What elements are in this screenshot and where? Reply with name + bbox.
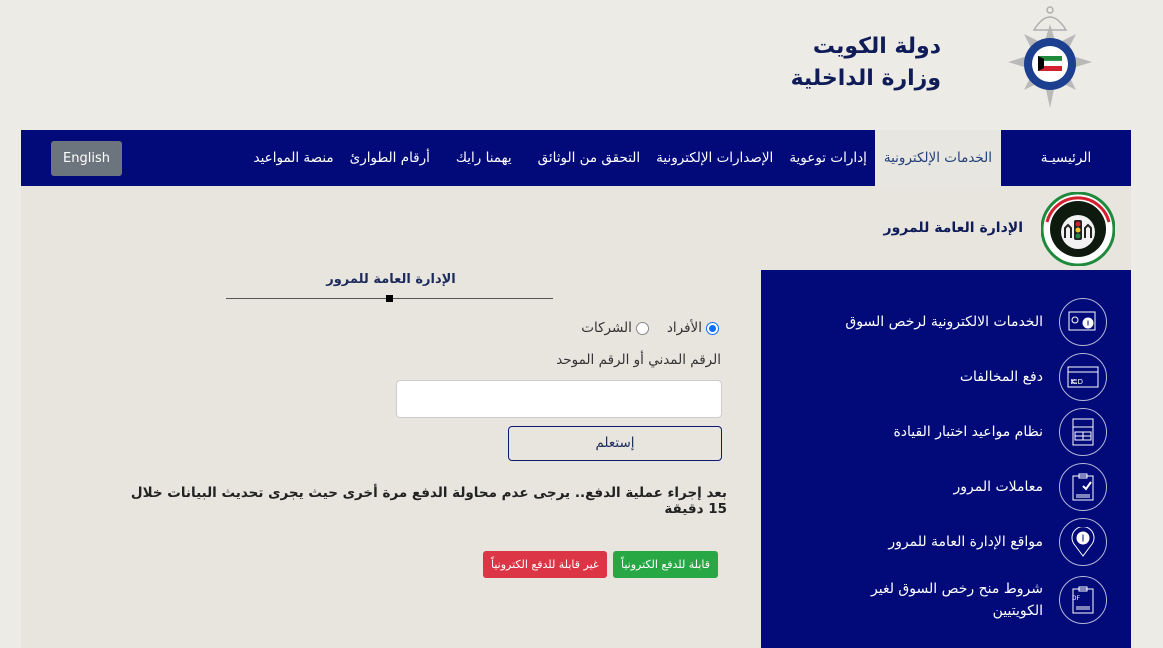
sidebar-item-label: دفع المخالفات	[959, 369, 1043, 385]
nav-item-document-verification[interactable]: التحقق من الوثائق	[520, 130, 649, 186]
pdf-document-icon: PDF	[1059, 576, 1107, 624]
department-header: الإدارة العامة للمرور	[761, 186, 1131, 270]
page: دولة الكويت وزارة الداخلية الرئيسيـة الخ…	[0, 0, 1163, 648]
applicant-type-radios: الأفراد الشركات	[563, 320, 719, 336]
nav-items: الرئيسيـة الخدمات الإلكترونية إدارات توع…	[246, 130, 1131, 186]
kd-payment-card-icon: K.D	[1059, 353, 1107, 401]
traffic-department-emblem-icon	[1041, 192, 1115, 266]
license-card-icon	[1059, 298, 1107, 346]
civil-id-input[interactable]	[396, 380, 722, 418]
sidebar-item-label: معاملات المرور	[953, 479, 1044, 495]
ministry-name: وزارة الداخلية	[790, 66, 941, 91]
nav-item-emergency-numbers[interactable]: أرقام الطوارئ	[342, 130, 438, 186]
radio-individuals-label: الأفراد	[666, 320, 702, 336]
form-title: الإدارة العامة للمرور	[326, 272, 456, 287]
sidebar-item-traffic-locations[interactable]: مواقع الإدارة العامة للمرور	[767, 516, 1107, 568]
svg-text:K.D: K.D	[1071, 378, 1083, 386]
services-sidebar: الخدمات الالكترونية لرخص السوق K.D دفع ا…	[761, 270, 1131, 648]
main-content: الإدارة العامة للمرور الإدارة العامة للم…	[21, 186, 1131, 648]
nav-item-home[interactable]: الرئيسيـة	[1001, 130, 1131, 186]
kuwait-police-emblem-icon[interactable]	[996, 4, 1104, 122]
brand-title: دولة الكويت وزارة الداخلية	[791, 32, 941, 96]
nav-item-awareness[interactable]: إدارات توعوية	[781, 130, 875, 186]
divider-dot	[386, 295, 393, 302]
english-language-button[interactable]: English	[51, 141, 122, 176]
sidebar-item-label: مواقع الإدارة العامة للمرور	[888, 534, 1043, 550]
main-nav: الرئيسيـة الخدمات الإلكترونية إدارات توع…	[21, 130, 1131, 186]
radio-individuals-control[interactable]	[706, 321, 719, 335]
site-header: دولة الكويت وزارة الداخلية	[0, 0, 1163, 130]
sidebar-item-label: نظام مواعيد اختبار القيادة	[893, 424, 1043, 440]
sidebar-item-driving-test-appointments[interactable]: نظام مواعيد اختبار القيادة	[767, 406, 1107, 458]
radio-companies-control[interactable]	[635, 321, 649, 335]
radio-individuals[interactable]: الأفراد	[667, 320, 719, 336]
payment-notice: بعد إجراء عملية الدفع.. يرجى عدم محاولة …	[130, 485, 727, 517]
nav-item-appointments[interactable]: منصة المواعيد	[246, 130, 342, 186]
sidebar-item-label: الخدمات الالكترونية لرخص السوق	[845, 314, 1043, 330]
sidebar-item-license-conditions-non-kuwaitis[interactable]: PDF شروط منح رخص السوق لغير الكويتيين	[767, 574, 1107, 626]
radio-companies[interactable]: الشركات	[581, 320, 649, 336]
sidebar-item-traffic-transactions[interactable]: معاملات المرور	[767, 461, 1107, 513]
civil-id-label: الرقم المدني أو الرقم الموحد	[556, 352, 721, 368]
not-payable-online-badge: غير قابلة للدفع الكترونياً	[483, 551, 607, 578]
nav-item-e-publications[interactable]: الإصدارات الإلكترونية	[648, 130, 781, 186]
svg-text:PDF: PDF	[1072, 595, 1081, 602]
location-pin-icon	[1059, 518, 1107, 566]
sidebar-item-pay-violations[interactable]: K.D دفع المخالفات	[767, 351, 1107, 403]
nav-item-feedback[interactable]: يهمنا رايك	[438, 130, 520, 186]
clipboard-check-icon	[1059, 463, 1107, 511]
inquire-button[interactable]: إستعلم	[508, 426, 722, 461]
nav-item-e-services[interactable]: الخدمات الإلكترونية	[874, 130, 1001, 186]
sidebar-item-label: شروط منح رخص السوق لغير الكويتيين	[871, 581, 1043, 619]
state-name: دولة الكويت	[812, 34, 941, 59]
radio-companies-label: الشركات	[581, 320, 632, 336]
sidebar-item-license-services[interactable]: الخدمات الالكترونية لرخص السوق	[767, 296, 1107, 348]
department-title: الإدارة العامة للمرور	[883, 220, 1023, 236]
payable-online-badge: قابلة للدفع الكترونياً	[613, 551, 718, 578]
calendar-icon	[1059, 408, 1107, 456]
